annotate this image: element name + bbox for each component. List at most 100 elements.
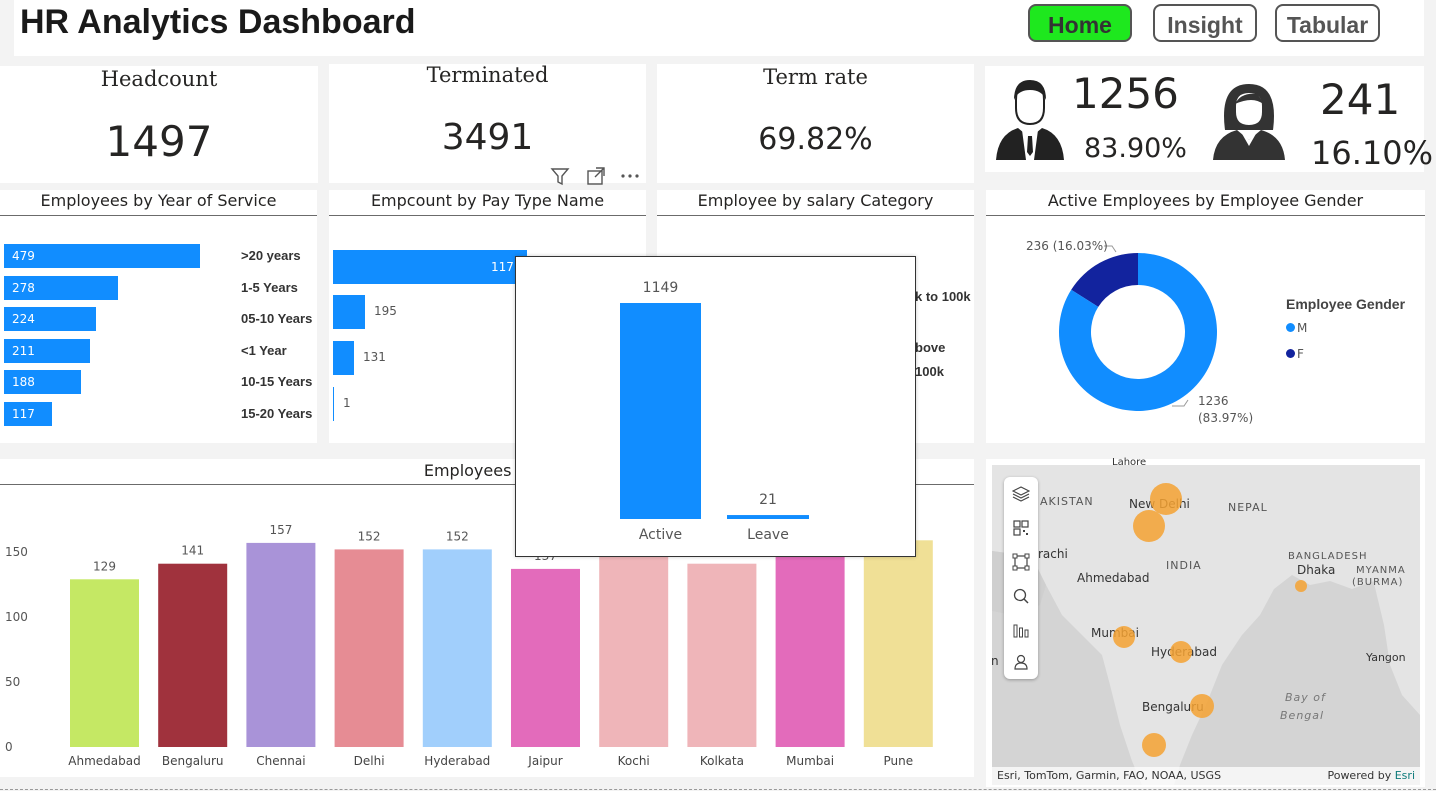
y-tick-label: 50	[5, 675, 20, 689]
map-bubble-kolkata[interactable]	[1295, 580, 1307, 592]
category-label: 10-15 Years	[241, 374, 313, 390]
nav-tabular-button[interactable]: Tabular	[1275, 4, 1380, 42]
map-bubble-jaipur[interactable]	[1133, 510, 1165, 542]
title-divider	[657, 215, 974, 216]
map-bubble-chennai[interactable]	[1142, 733, 1166, 757]
y-tick-label: 150	[5, 545, 28, 559]
x-tick-label: Hyderabad	[424, 754, 490, 768]
column-bar[interactable]	[511, 568, 580, 747]
column-bar[interactable]	[246, 542, 316, 747]
legend-item-m[interactable]: M	[1286, 320, 1307, 336]
bar-value-label: 117	[12, 407, 35, 421]
person-icon[interactable]	[1004, 649, 1038, 675]
kpi-card-headcount[interactable]: Headcount 1497	[0, 66, 318, 183]
bar-value-label: 479	[12, 249, 35, 263]
bar[interactable]	[333, 295, 365, 329]
powered-by-text: Powered by	[1327, 769, 1392, 782]
category-label: <1 Year	[241, 342, 287, 358]
column-bar[interactable]	[158, 563, 228, 747]
legend-item-f[interactable]: F	[1286, 346, 1304, 362]
title-divider	[0, 215, 317, 216]
chart-gender-donut[interactable]: Active Employees by Employee Gender 236 …	[986, 190, 1425, 443]
column-value-label: 157	[269, 523, 292, 537]
kpi-card-gender[interactable]: 1256 83.90% 241 16.10%	[985, 66, 1433, 172]
column-bar[interactable]	[863, 540, 933, 747]
x-tick-label: Pune	[883, 754, 913, 768]
column-bar[interactable]	[775, 549, 845, 747]
x-tick-label: Kolkata	[700, 754, 744, 768]
bar[interactable]	[333, 387, 334, 421]
category-label: 15-20 Years	[241, 406, 313, 421]
kpi-card-terminated[interactable]: Terminated 3491	[329, 64, 646, 186]
bar[interactable]	[333, 341, 354, 375]
legend-label: M	[1297, 321, 1308, 335]
map-bubble-delhi[interactable]	[1150, 483, 1182, 515]
category-label: >20 years	[241, 248, 301, 263]
search-icon[interactable]	[1004, 583, 1038, 609]
bar-value-label: 1	[343, 396, 351, 410]
map-bubble-mumbai[interactable]	[1113, 626, 1135, 648]
x-tick-label: Jaipur	[527, 754, 562, 768]
layers-icon[interactable]	[1004, 481, 1038, 507]
slice-pct-label-m: (83.97%)	[1198, 411, 1253, 425]
chart-year-of-service[interactable]: Employees by Year of Service 479 >20 year…	[0, 190, 317, 443]
more-options-icon[interactable]	[619, 165, 641, 187]
map-bubble-bengaluru[interactable]	[1190, 694, 1214, 718]
x-tick-label: Kochi	[618, 754, 650, 768]
bar-value-label: 188	[12, 375, 35, 390]
x-tick-label: Bengaluru	[162, 754, 224, 768]
bar-value-label: 195	[374, 304, 397, 318]
kpi-value: 69.82%	[758, 122, 873, 157]
x-tick-label: Ahmedabad	[68, 754, 140, 768]
column-bar[interactable]	[599, 549, 669, 747]
legend-swatch	[1286, 349, 1295, 358]
bar-value-label: 117	[491, 260, 514, 274]
focus-mode-icon[interactable]	[585, 165, 607, 187]
column-bar[interactable]	[687, 563, 757, 747]
male-count: 1256	[1072, 69, 1179, 118]
x-tick-label: Delhi	[354, 754, 385, 768]
legend-swatch	[1286, 323, 1295, 332]
category-label: 05-10 Years	[241, 311, 313, 327]
kpi-value: 3491	[441, 117, 534, 158]
map-bubble-hyderabad[interactable]	[1170, 641, 1192, 663]
column-bar[interactable]	[422, 549, 492, 747]
bar-value-label: 278	[12, 280, 35, 295]
donut-chart[interactable]: 236 (16.03%) 1236 (83.97%)	[986, 190, 1425, 443]
dashboard-header: HR Analytics Dashboard Home Insight Tabu…	[14, 0, 1424, 56]
kpi-card-term-rate[interactable]: Term rate 69.82%	[657, 64, 974, 183]
bar-value-label: 131	[363, 350, 386, 364]
tooltip-category-label: Leave	[747, 527, 789, 543]
category-label: 1-5 Years	[241, 279, 298, 295]
rect-select-icon[interactable]	[1004, 549, 1038, 575]
map-attribution-bar: Esri, TomTom, Garmin, FAO, NOAA, USGS Po…	[992, 767, 1420, 785]
qr-select-icon[interactable]	[1004, 515, 1038, 541]
column-bar[interactable]	[334, 549, 404, 747]
esri-link[interactable]: Esri	[1395, 769, 1415, 782]
column-value-label: 141	[181, 544, 204, 558]
page-title: HR Analytics Dashboard	[20, 3, 416, 41]
filter-icon[interactable]	[549, 165, 571, 187]
legend-label: F	[1297, 347, 1304, 361]
chart-title: Empcount by Pay Type Name	[370, 191, 605, 210]
nav-insight-button[interactable]: Insight	[1153, 4, 1257, 42]
column-value-label: 152	[358, 529, 381, 543]
chart-title: Employee by salary Category	[697, 191, 934, 210]
bar-chart-icon[interactable]	[1004, 617, 1038, 643]
map-visual[interactable]: New Delhi Ahmedabad Mumbai Hyderabad Ben…	[986, 457, 1425, 787]
bar-value-label: 224	[12, 312, 35, 327]
y-tick-label: 100	[5, 610, 28, 624]
column-value-label: 129	[93, 559, 116, 573]
nav-home-button[interactable]: Home	[1028, 4, 1132, 42]
map-powered-by: Powered by Esri	[1327, 769, 1415, 782]
page-bottom-border	[0, 789, 1436, 790]
tooltip-popup: 1149 Active 21 Leave	[515, 256, 916, 557]
kpi-label: Term rate	[763, 65, 868, 89]
slice-label-f: 236 (16.03%)	[1026, 239, 1108, 253]
y-tick-label: 0	[5, 740, 13, 754]
x-tick-label: Chennai	[256, 754, 305, 768]
column-bar[interactable]	[70, 579, 139, 747]
tooltip-value-label: 1149	[643, 280, 679, 296]
slice-label-m: 1236	[1198, 394, 1229, 408]
x-tick-label: Mumbai	[786, 754, 834, 768]
